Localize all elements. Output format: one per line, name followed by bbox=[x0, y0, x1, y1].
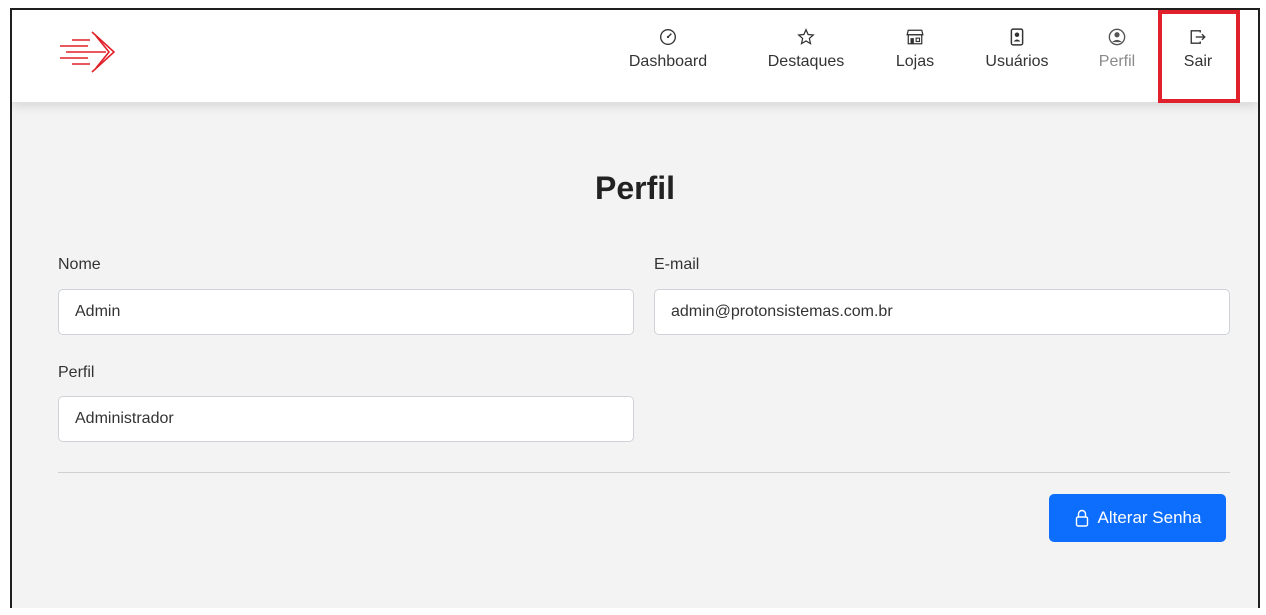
nav-lojas-label: Lojas bbox=[895, 53, 935, 70]
box-arrow-right-icon bbox=[1190, 30, 1206, 44]
top-navbar: Dashboard Destaques Lojas Usuários Perfi… bbox=[12, 10, 1258, 103]
speedometer-icon bbox=[660, 29, 676, 45]
email-label: E-mail bbox=[654, 256, 700, 273]
nome-label: Nome bbox=[58, 256, 101, 273]
perfil-label: Perfil bbox=[58, 364, 95, 381]
nav-destaques[interactable]: Destaques bbox=[760, 22, 852, 92]
star-icon bbox=[797, 28, 815, 45]
nav-usuarios-label: Usuários bbox=[985, 53, 1049, 70]
nav-sair[interactable]: Sair bbox=[1178, 22, 1218, 92]
email-input[interactable] bbox=[654, 289, 1230, 335]
unlock-icon bbox=[1075, 509, 1088, 527]
nav-lojas[interactable]: Lojas bbox=[890, 22, 940, 92]
nav-destaques-label: Destaques bbox=[767, 53, 845, 70]
person-circle-icon bbox=[1108, 28, 1126, 46]
perfil-input[interactable] bbox=[58, 396, 634, 442]
app-window: Dashboard Destaques Lojas Usuários Perfi… bbox=[10, 8, 1260, 608]
change-password-button[interactable]: Alterar Senha bbox=[1049, 494, 1226, 542]
person-badge-icon bbox=[1010, 28, 1024, 46]
page-title: Perfil bbox=[594, 170, 676, 206]
change-password-label: Alterar Senha bbox=[1097, 508, 1202, 527]
nav-perfil[interactable]: Perfil bbox=[1094, 22, 1140, 92]
nome-input[interactable] bbox=[58, 289, 634, 335]
nav-usuarios[interactable]: Usuários bbox=[977, 22, 1057, 92]
nav-dashboard-label: Dashboard bbox=[628, 53, 708, 70]
nav-dashboard[interactable]: Dashboard bbox=[624, 22, 712, 92]
nav-perfil-label: Perfil bbox=[1098, 53, 1136, 70]
shop-icon bbox=[906, 29, 924, 45]
nav-sair-label: Sair bbox=[1183, 53, 1213, 70]
form-divider bbox=[58, 472, 1230, 473]
logo-arrow-icon[interactable] bbox=[56, 26, 118, 78]
